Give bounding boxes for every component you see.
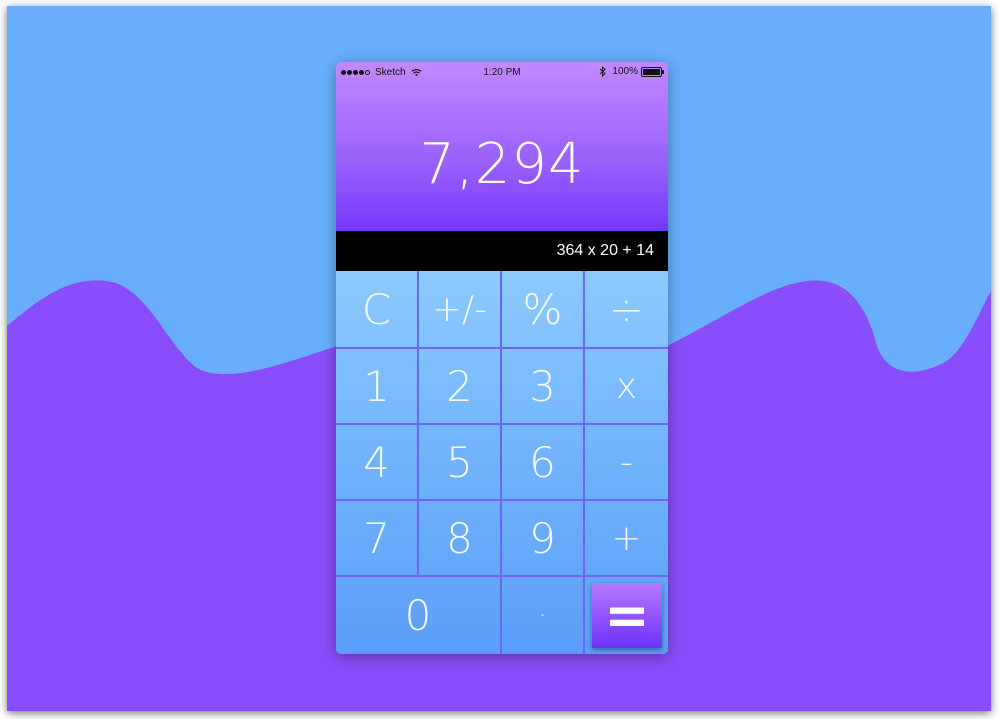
digit-4-button[interactable]: 4 <box>336 425 419 501</box>
expression-text: 364 x 20 + 14 <box>556 242 654 259</box>
battery-percent: 100% <box>612 66 638 77</box>
calculator-app: Sketch 1:20 PM 100% 7,294 364 x 20 + 14 … <box>336 62 668 654</box>
expression-bar: 364 x 20 + 14 <box>336 231 668 271</box>
status-right: 100% <box>599 66 664 77</box>
digit-0-button[interactable]: 0 <box>336 577 502 654</box>
canvas-frame: Sketch 1:20 PM 100% 7,294 364 x 20 + 14 … <box>7 6 991 711</box>
add-button[interactable]: + <box>585 501 668 577</box>
battery-icon <box>641 66 664 77</box>
result-display: Sketch 1:20 PM 100% 7,294 <box>336 62 668 231</box>
digit-2-button[interactable]: 2 <box>419 349 502 425</box>
plus-minus-button[interactable]: +/- <box>419 271 502 349</box>
equals-button[interactable]: = <box>592 583 662 648</box>
keypad: C +/- % ÷ 1 2 3 x 4 5 6 - 7 8 9 + 0 · = <box>336 271 668 654</box>
digit-7-button[interactable]: 7 <box>336 501 419 577</box>
clear-button[interactable]: C <box>336 271 419 349</box>
digit-6-button[interactable]: 6 <box>502 425 585 501</box>
divide-button[interactable]: ÷ <box>585 271 668 349</box>
battery-level <box>643 68 660 75</box>
result-value: 7,294 <box>419 132 585 197</box>
status-bar: Sketch 1:20 PM 100% <box>336 62 668 82</box>
digit-1-button[interactable]: 1 <box>336 349 419 425</box>
digit-3-button[interactable]: 3 <box>502 349 585 425</box>
multiply-button[interactable]: x <box>585 349 668 425</box>
digit-9-button[interactable]: 9 <box>502 501 585 577</box>
digit-8-button[interactable]: 8 <box>419 501 502 577</box>
subtract-button[interactable]: - <box>585 425 668 501</box>
decimal-button[interactable]: · <box>502 577 585 654</box>
percent-button[interactable]: % <box>502 271 585 349</box>
digit-5-button[interactable]: 5 <box>419 425 502 501</box>
bluetooth-icon <box>600 66 607 77</box>
